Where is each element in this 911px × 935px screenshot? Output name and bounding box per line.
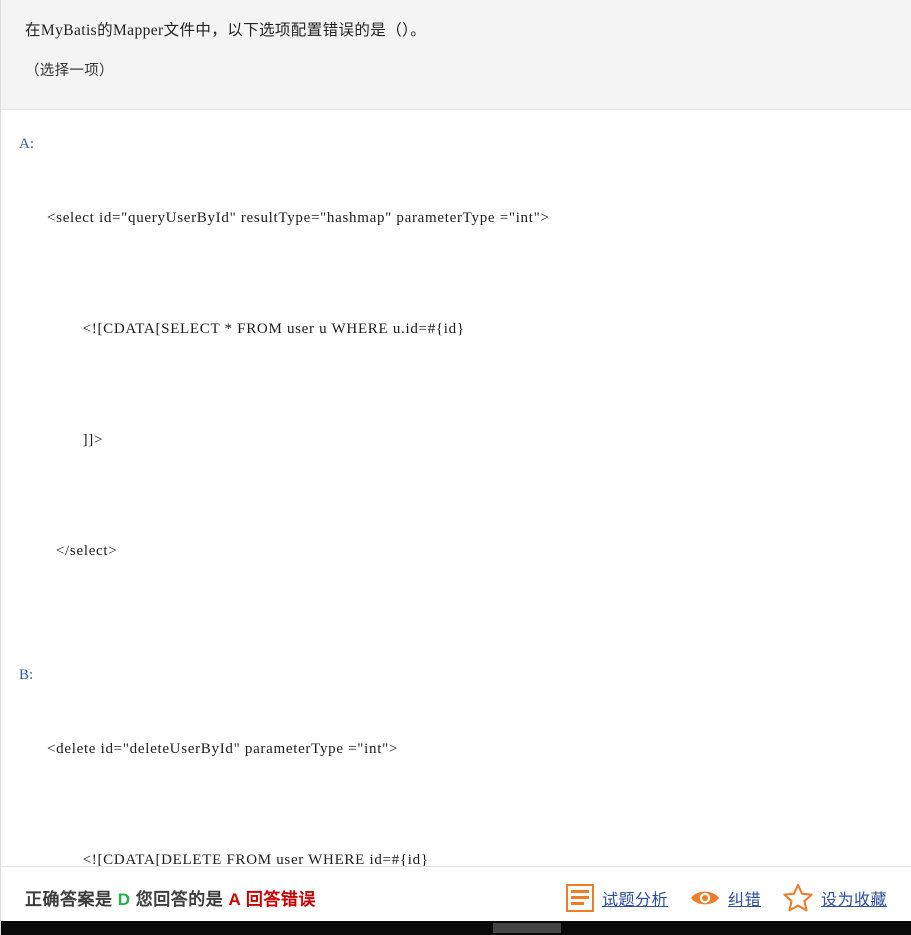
report-error-link-label: 纠错	[727, 891, 761, 909]
user-answer-letter: A	[228, 890, 241, 909]
horizontal-scrollbar[interactable]	[1, 921, 911, 935]
question-select-hint: （选择一项）	[25, 63, 114, 79]
answer-summary: 正确答案是 D 您回答的是 A 回答错误	[25, 885, 316, 910]
answer-prefix-label: 正确答案是	[25, 890, 118, 909]
option-b-letter: B:	[19, 667, 34, 683]
question-stem: 在MyBatis的Mapper文件中，以下选项配置错误的是（）。	[25, 22, 427, 39]
correct-answer-letter: D	[117, 890, 131, 909]
analysis-link-label: 试题分析	[601, 891, 668, 909]
analysis-link[interactable]: 试题分析	[565, 883, 668, 912]
code-line: ]]>	[47, 432, 104, 448]
document-lines-icon	[565, 883, 594, 912]
code-line: <select id="queryUserById" resultType="h…	[47, 210, 550, 226]
code-line: </select>	[47, 543, 118, 559]
options-list: A: <select id="queryUserById" resultType…	[1, 110, 911, 935]
option-a-code: <select id="queryUserById" resultType="h…	[1, 126, 911, 644]
add-favorite-link[interactable]: 设为收藏	[783, 883, 887, 912]
answer-result-label: 回答错误	[240, 890, 316, 909]
exam-question-page: 在MyBatis的Mapper文件中，以下选项配置错误的是（）。 （选择一项） …	[0, 0, 911, 935]
option-a-letter: A:	[19, 136, 34, 152]
report-error-link[interactable]: 纠错	[690, 886, 761, 910]
add-favorite-link-label: 设为收藏	[820, 891, 887, 909]
eye-icon	[690, 888, 720, 908]
option-a[interactable]: A: <select id="queryUserById" resultType…	[1, 126, 911, 657]
answer-middle-label: 您回答的是	[130, 890, 229, 909]
answer-footer: 正确答案是 D 您回答的是 A 回答错误 试题分析 纠错 设为收藏	[1, 866, 911, 928]
star-icon	[783, 883, 813, 912]
footer-actions: 试题分析 纠错 设为收藏	[565, 883, 887, 912]
question-band: 在MyBatis的Mapper文件中，以下选项配置错误的是（）。 （选择一项）	[1, 0, 911, 110]
code-line: <![CDATA[SELECT * FROM user u WHERE u.id…	[47, 321, 465, 337]
horizontal-scrollbar-thumb[interactable]	[493, 923, 561, 933]
code-line: <delete id="deleteUserById" parameterTyp…	[47, 741, 399, 757]
